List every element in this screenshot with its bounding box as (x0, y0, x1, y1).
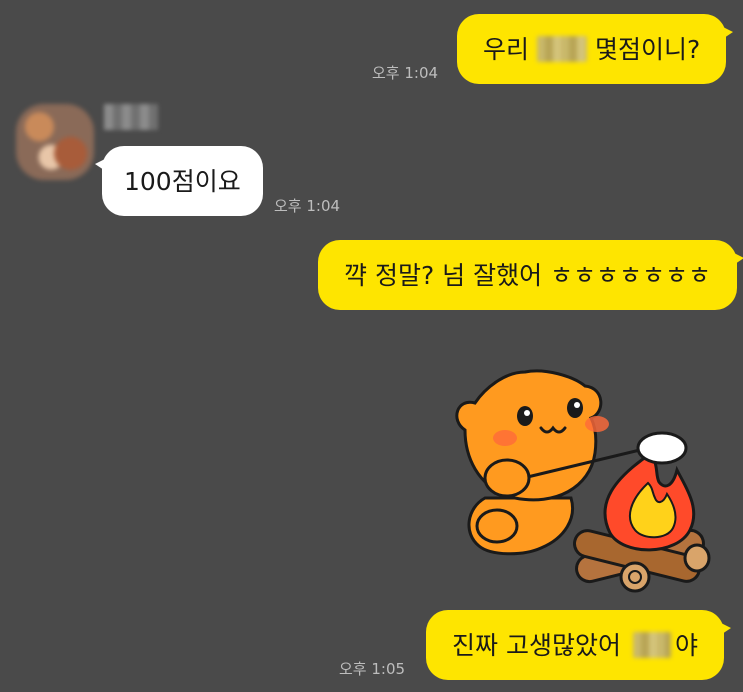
message-bubble-mine[interactable]: 진짜 고생많았어 야 (426, 610, 731, 680)
sender-name-blurred (104, 104, 158, 130)
message-timestamp: 오후 1:04 (372, 64, 439, 82)
message-text: 진짜 고생많았어 (452, 630, 621, 660)
message-bubble-mine[interactable]: 우리 몇점이니? (457, 14, 734, 84)
avatar[interactable] (16, 104, 94, 180)
message-timestamp: 오후 1:05 (339, 660, 406, 678)
message-timestamp: 오후 1:04 (274, 197, 341, 215)
message-text: 100점이요 (124, 166, 241, 196)
message-bubble-mine[interactable]: 꺅 정말? 넘 잘했어 ㅎㅎㅎㅎㅎㅎㅎ (318, 240, 743, 310)
message-text: 꺅 정말? 넘 잘했어 ㅎㅎㅎㅎㅎㅎㅎ (344, 260, 712, 290)
sticker-image (455, 369, 711, 593)
bear-roasting-marshmallow-sticker[interactable] (445, 358, 717, 596)
message-text: 야 (674, 630, 698, 660)
blurred-text (632, 632, 671, 658)
message-text: 우리 (483, 34, 530, 64)
message-bubble-theirs[interactable]: 100점이요 (95, 146, 263, 216)
message-text: 몇점이니? (595, 34, 701, 64)
blurred-text (537, 36, 588, 62)
